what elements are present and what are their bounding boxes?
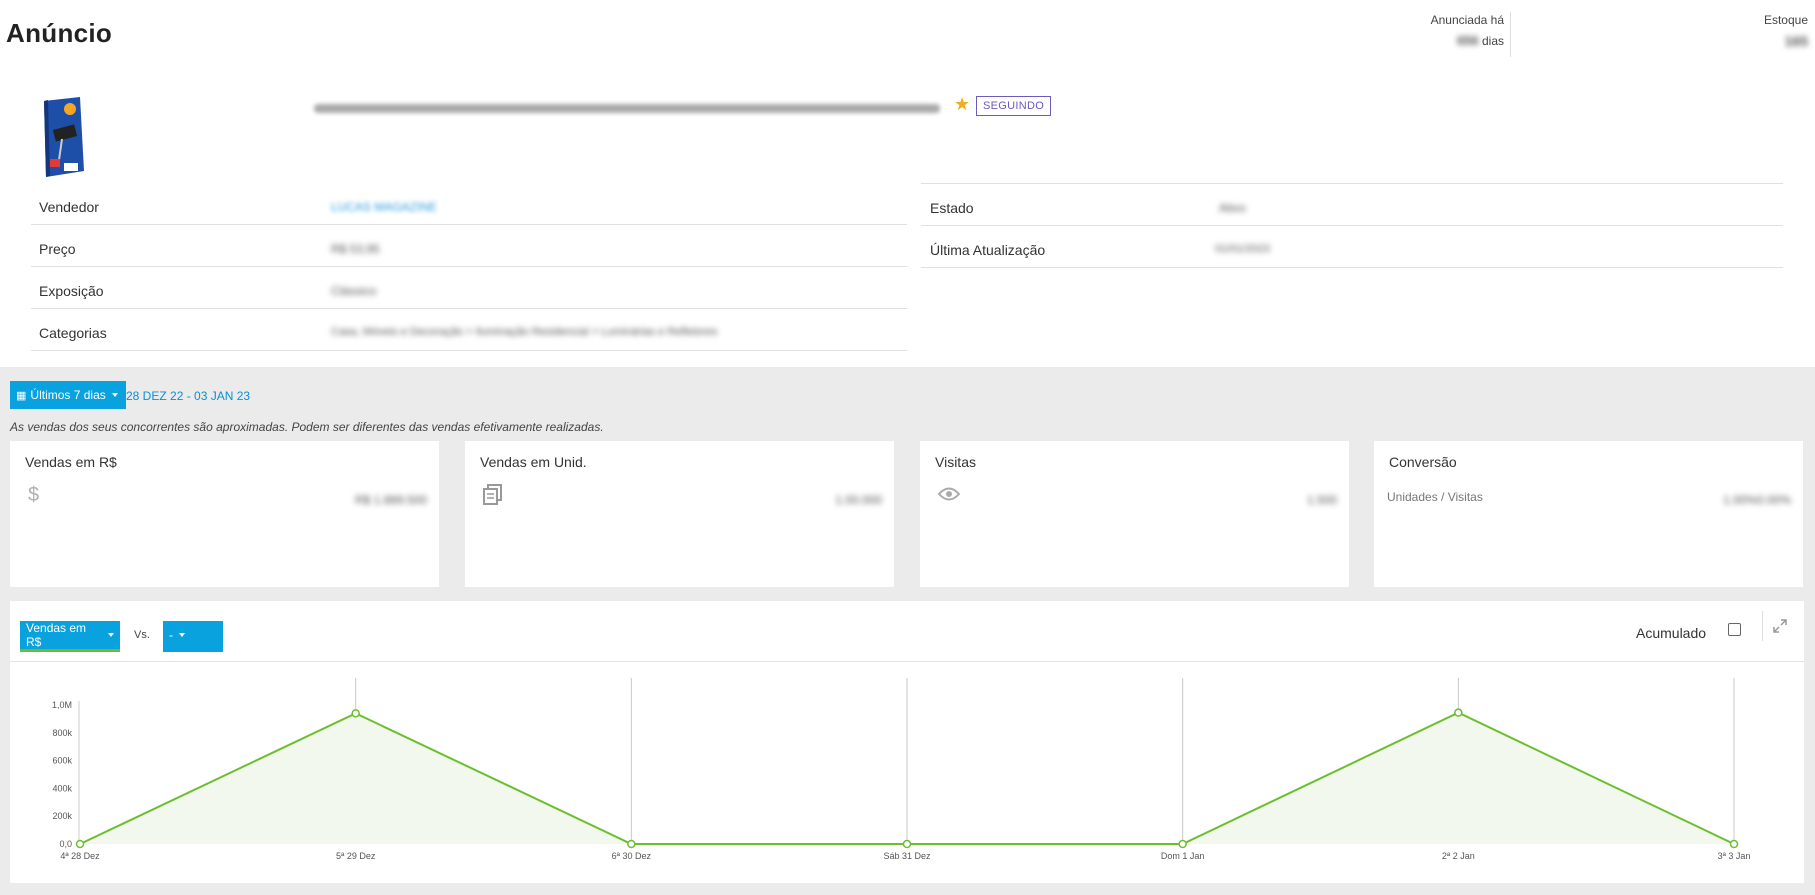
following-badge[interactable]: SEGUINDO bbox=[976, 96, 1052, 116]
state-value: Ativo bbox=[1219, 201, 1246, 215]
detail-label: Categorias bbox=[39, 325, 107, 341]
x-tick-label: 4ª 28 Dez bbox=[60, 851, 100, 861]
x-tick-label: 6ª 30 Dez bbox=[612, 851, 652, 861]
card-value: 1.500 bbox=[1306, 493, 1337, 507]
product-title-redacted bbox=[314, 100, 940, 118]
card-sales-brl: Vendas em R$ $ R$ 1.889.500 bbox=[10, 441, 439, 587]
announced-days-value: 656 bbox=[1456, 33, 1479, 48]
data-point bbox=[1729, 839, 1739, 849]
card-sales-units: Vendas em Unid. 1.00.000 bbox=[465, 441, 894, 587]
detail-label: Exposição bbox=[39, 283, 104, 299]
product-thumbnail[interactable] bbox=[40, 97, 86, 177]
calendar-icon: ▦ bbox=[16, 389, 27, 402]
y-tick-label: 400k bbox=[52, 783, 72, 793]
page-title: Anúncio bbox=[6, 18, 113, 48]
card-value: 1.00.000 bbox=[835, 493, 882, 507]
data-point bbox=[1454, 708, 1463, 717]
detail-label: Vendedor bbox=[39, 199, 99, 215]
x-tick-label: 5ª 29 Dez bbox=[336, 851, 376, 861]
date-range[interactable]: 28 DEZ 22 - 03 JAN 23 bbox=[126, 389, 250, 403]
card-visits: Visitas 1.500 bbox=[920, 441, 1349, 587]
y-tick-label: 800k bbox=[52, 728, 72, 738]
x-tick-label: 2ª 2 Jan bbox=[1442, 851, 1475, 861]
detail-row-seller: Vendedor LUCAS MAGAZINE bbox=[31, 183, 907, 225]
detail-row-exposure: Exposição Clássico bbox=[31, 267, 907, 309]
stock-value: 165 bbox=[1784, 33, 1808, 49]
data-point bbox=[75, 839, 85, 849]
details-left: Vendedor LUCAS MAGAZINE Preço R$ 53,95 E… bbox=[31, 183, 907, 351]
announced-stat: Anunciada há 656 dias bbox=[1418, 13, 1504, 48]
exposure-value: Clássico bbox=[331, 284, 377, 298]
detail-row-state: Estado Ativo bbox=[921, 184, 1783, 226]
announced-label: Anunciada há bbox=[1430, 13, 1504, 27]
card-title: Conversão bbox=[1389, 454, 1457, 470]
detail-label: Estado bbox=[930, 200, 974, 216]
period-dropdown-button[interactable]: ▦ Últimos 7 dias bbox=[10, 381, 126, 409]
detail-label: Preço bbox=[39, 241, 76, 257]
details-right: Estado Ativo Última Atualização 01/01/20… bbox=[921, 184, 1783, 268]
stock-stat: Estoque 165 bbox=[1740, 13, 1808, 49]
y-tick-label: 600k bbox=[52, 756, 72, 766]
announced-unit: dias bbox=[1481, 34, 1504, 48]
product-box-image bbox=[44, 97, 84, 177]
detail-row-price: Preço R$ 53,95 bbox=[31, 225, 907, 267]
detail-row-categories: Categorias Casa, Móveis e Decoração > Il… bbox=[31, 309, 907, 351]
detail-label: Última Atualização bbox=[930, 242, 1046, 258]
chevron-down-icon bbox=[111, 393, 118, 397]
data-point bbox=[627, 839, 636, 849]
y-tick-label: 0,0 bbox=[59, 839, 72, 849]
dollar-icon: $ bbox=[28, 484, 40, 506]
copies-icon bbox=[483, 484, 503, 512]
card-value: 1.00%0.00% bbox=[1722, 493, 1791, 507]
card-value: R$ 1.889.500 bbox=[354, 493, 427, 507]
data-point bbox=[351, 709, 360, 718]
sales-area-chart: 0,0 200k 400k 600k 800k 1,0M 4ª 28 Dez 5ª 29 De… bbox=[52, 678, 1751, 861]
data-point bbox=[1178, 839, 1187, 849]
period-button-label: Últimos 7 dias bbox=[30, 388, 106, 402]
y-tick-label: 200k bbox=[52, 811, 72, 821]
detail-row-last-update: Última Atualização 01/01/2023 bbox=[921, 226, 1783, 268]
x-tick-label: Dom 1 Jan bbox=[1161, 851, 1205, 861]
card-title: Vendas em Unid. bbox=[480, 454, 587, 470]
card-title: Visitas bbox=[935, 454, 976, 470]
eye-icon bbox=[937, 484, 961, 507]
header-divider bbox=[1510, 12, 1511, 57]
card-subtitle: Unidades / Visitas bbox=[1387, 490, 1483, 504]
card-conversion: Conversão Unidades / Visitas 1.00%0.00% bbox=[1374, 441, 1803, 587]
price-value: R$ 53,95 bbox=[331, 242, 380, 256]
card-title: Vendas em R$ bbox=[25, 454, 117, 470]
data-point bbox=[902, 839, 912, 849]
chart-panel: Vendas em R$ Vs. - Acumulado 0,0 200k 400k… bbox=[10, 601, 1804, 883]
x-tick-label: Sáb 31 Dez bbox=[883, 851, 931, 861]
seller-link[interactable]: LUCAS MAGAZINE bbox=[331, 200, 437, 214]
y-tick-label: 1,0M bbox=[52, 700, 72, 710]
disclaimer-note: As vendas dos seus concorrentes são apro… bbox=[10, 420, 604, 434]
categories-value: Casa, Móveis e Decoração > Iluminação Re… bbox=[331, 326, 718, 338]
last-update-value: 01/01/2023 bbox=[1215, 243, 1271, 255]
x-tick-label: 3ª 3 Jan bbox=[1718, 851, 1751, 861]
star-icon[interactable]: ★ bbox=[954, 94, 970, 115]
stock-label: Estoque bbox=[1763, 13, 1808, 27]
